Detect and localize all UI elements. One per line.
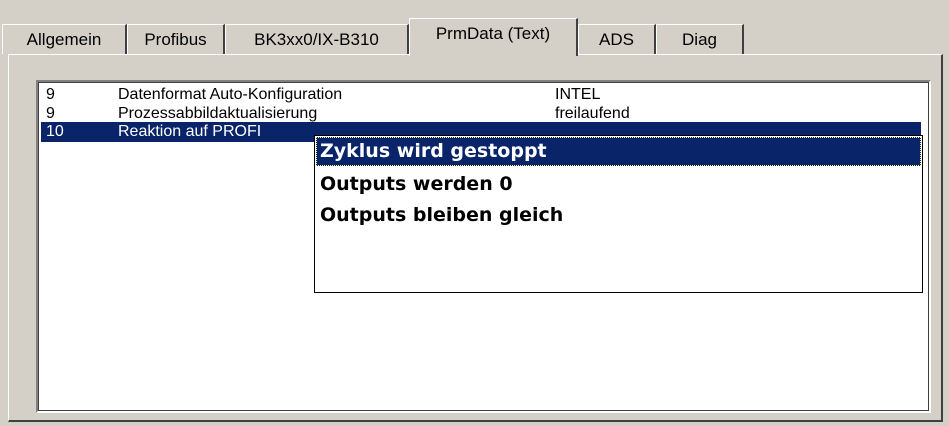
row-parameter-name: Datenformat Auto-Konfiguration (118, 86, 343, 103)
row-number: 9 (46, 86, 55, 103)
tab-bk3xx0[interactable]: BK3xx0/IX-B310 (225, 24, 409, 54)
dropdown-option[interactable]: Outputs bleiben gleich (316, 201, 921, 230)
row-parameter-value: INTEL (555, 86, 601, 103)
tab-diag[interactable]: Diag (656, 24, 744, 54)
tab-strip: Allgemein Profibus BK3xx0/IX-B310 PrmDat… (0, 0, 949, 62)
row-number: 10 (46, 123, 64, 140)
properties-dialog: Allgemein Profibus BK3xx0/IX-B310 PrmDat… (0, 0, 949, 426)
list-row[interactable]: 9 Datenformat Auto-Konfiguration INTEL (41, 85, 921, 105)
dropdown-option[interactable]: Outputs werden 0 (316, 170, 921, 199)
value-dropdown[interactable]: Zyklus wird gestoppt Outputs werden 0 Ou… (314, 135, 923, 293)
list-row[interactable]: 9 Prozessabbildaktualisierung freilaufen… (41, 104, 921, 124)
tab-profibus[interactable]: Profibus (127, 24, 225, 54)
row-parameter-name: Prozessabbildaktualisierung (118, 105, 318, 122)
row-number: 9 (46, 105, 55, 122)
row-parameter-value: freilaufend (555, 105, 630, 122)
tab-ads[interactable]: ADS (578, 24, 656, 54)
row-parameter-name: Reaktion auf PROFI (118, 123, 262, 140)
dropdown-option-selected[interactable]: Zyklus wird gestoppt (316, 137, 921, 166)
tab-allgemein[interactable]: Allgemein (2, 24, 127, 54)
tab-prmdata-text[interactable]: PrmData (Text) (409, 18, 578, 56)
